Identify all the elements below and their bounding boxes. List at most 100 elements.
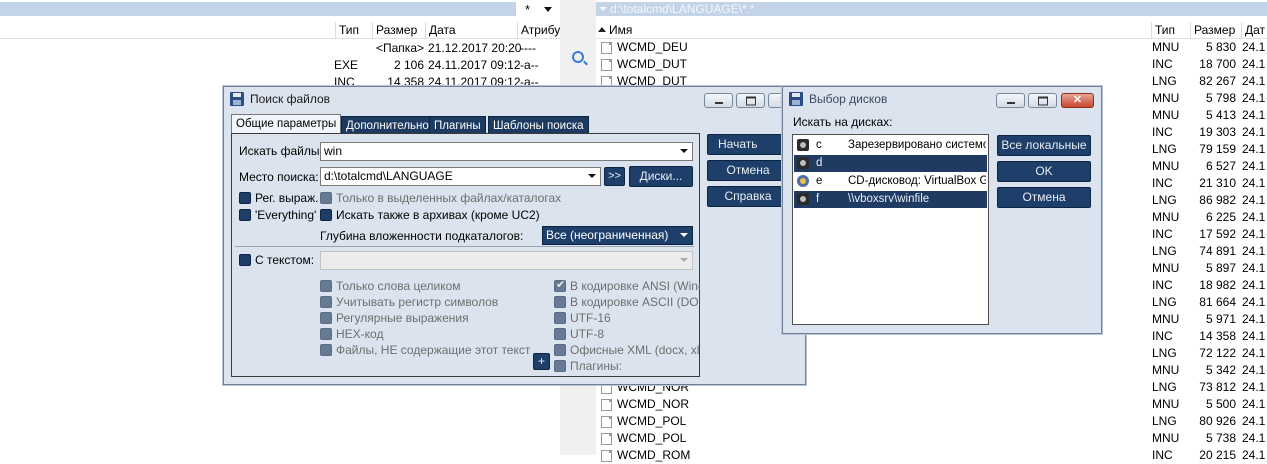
- minimize-button[interactable]: [996, 93, 1025, 108]
- maximize-button[interactable]: [736, 93, 765, 108]
- depth-select[interactable]: Все (неограниченная): [542, 226, 693, 245]
- file-date: 24.1: [1242, 261, 1266, 275]
- help-button[interactable]: Справка: [707, 186, 789, 207]
- tab-plugins[interactable]: Плагины: [429, 116, 486, 134]
- cancel-button[interactable]: Отмена: [707, 160, 789, 181]
- title-bar[interactable]: Поиск файлов ✕: [224, 87, 805, 111]
- minimize-button[interactable]: [704, 93, 733, 108]
- right-path: d:\totalcmd\LANGUAGE\*.*: [610, 2, 755, 16]
- search-for-combo[interactable]: win: [320, 142, 693, 161]
- right-path-bar[interactable]: d:\totalcmd\LANGUAGE\*.*: [596, 2, 1267, 16]
- col-date[interactable]: Дат: [1241, 22, 1265, 38]
- file-type: MNU: [1152, 108, 1180, 122]
- file-type: INC: [1152, 176, 1173, 190]
- file-name: WCMD_ROM: [617, 448, 691, 462]
- table-row[interactable]: WCMD_POL LNG 80 926 24.1: [596, 413, 1267, 430]
- table-row[interactable]: WCMD_POL MNU 5 738 24.1: [596, 430, 1267, 447]
- col-type[interactable]: Тип: [1151, 22, 1175, 38]
- regex-checkbox[interactable]: [239, 192, 251, 204]
- file-size: 21 310: [1199, 176, 1236, 190]
- file-type: LNG: [1152, 193, 1177, 207]
- drive-item[interactable]: c Зарезервировано системой: [794, 137, 987, 154]
- drive-dropdown-chevron-icon[interactable]: [544, 7, 552, 12]
- file-date: 24.1: [1242, 40, 1266, 54]
- left-path-bar[interactable]: [0, 2, 516, 16]
- tab-advanced[interactable]: Дополнительно: [341, 116, 434, 134]
- file-size: 5 413: [1205, 108, 1236, 122]
- tab-general[interactable]: Общие параметры: [231, 114, 342, 134]
- text-option-label: Только слова целиком: [336, 279, 461, 293]
- text-option-checkbox[interactable]: [320, 280, 332, 292]
- file-type: EXE: [334, 58, 359, 72]
- archives-checkbox[interactable]: [320, 209, 332, 221]
- file-type: MNU: [1152, 159, 1180, 173]
- with-text-label: С текстом:: [255, 253, 315, 267]
- search-for-value: win: [324, 144, 343, 158]
- file-size: 73 812: [1199, 380, 1236, 394]
- file-size: 19 303: [1199, 125, 1236, 139]
- table-row[interactable]: WCMD_DUT INC 18 700 24.1: [596, 56, 1267, 73]
- file-size: 14 358: [1199, 329, 1236, 343]
- encoding-option-checkbox[interactable]: [554, 296, 566, 308]
- text-option-checkbox[interactable]: [320, 328, 332, 340]
- table-row[interactable]: <Папка> 21.12.2017 20:20 ----: [0, 40, 560, 57]
- drive-item[interactable]: d: [794, 155, 987, 172]
- file-date: 24.1: [1242, 108, 1266, 122]
- search-in-combo[interactable]: d:\totalcmd\LANGUAGE: [320, 167, 601, 186]
- search-icon-handle: [583, 60, 588, 66]
- everything-checkbox[interactable]: [239, 209, 251, 221]
- file-type: MNU: [1152, 40, 1180, 54]
- table-row[interactable]: WCMD_NOR MNU 5 500 24.1: [596, 396, 1267, 413]
- regex-label: Рег. выраж.: [255, 191, 319, 205]
- tab-templates[interactable]: Шаблоны поиска: [488, 116, 589, 134]
- encoding-option-checkbox[interactable]: [554, 278, 566, 292]
- col-date[interactable]: Дата: [425, 22, 456, 38]
- search-in-value: d:\totalcmd\LANGUAGE: [324, 169, 453, 183]
- select-drives-dialog: Выбор дисков ✕ Искать на дисках: c Зарезе…: [782, 86, 1102, 334]
- table-row[interactable]: WCMD_DEU MNU 5 830 24.1: [596, 39, 1267, 56]
- encoding-option-checkbox[interactable]: [554, 360, 566, 372]
- table-row[interactable]: WCMD_ROM INC 20 215 24.1: [596, 447, 1267, 464]
- maximize-icon: [1037, 96, 1048, 105]
- title-bar[interactable]: Выбор дисков ✕: [783, 87, 1101, 111]
- file-size: 6 527: [1205, 159, 1236, 173]
- close-button[interactable]: ✕: [1061, 93, 1094, 108]
- encoding-option-checkbox[interactable]: [554, 328, 566, 340]
- cancel-button[interactable]: Отмена: [997, 187, 1091, 208]
- ok-button[interactable]: OK: [997, 161, 1091, 182]
- text-option-checkbox[interactable]: [320, 296, 332, 308]
- file-type: LNG: [1152, 74, 1177, 88]
- text-combo[interactable]: [320, 251, 693, 270]
- text-option-checkbox[interactable]: [320, 344, 332, 356]
- search-for-label: Искать файлы:: [239, 144, 323, 158]
- encoding-option-label: Плагины:: [570, 359, 622, 373]
- maximize-button[interactable]: [1028, 93, 1057, 108]
- col-size[interactable]: Размер: [1190, 22, 1235, 38]
- start-search-button[interactable]: Начать поиск: [707, 134, 789, 155]
- drives-button[interactable]: Диски...: [629, 166, 693, 187]
- search-in-label: Место поиска:: [239, 170, 319, 184]
- drive-item[interactable]: e CD-дисковод: VirtualBox Guest: [794, 173, 987, 190]
- drives-list[interactable]: c Зарезервировано системой d e CD-дисковод: …: [792, 134, 989, 325]
- file-size: 2 106: [393, 58, 424, 72]
- with-text-checkbox[interactable]: [239, 254, 251, 266]
- text-option-label: HEX-код: [336, 327, 384, 341]
- text-option-checkbox[interactable]: [320, 312, 332, 324]
- drive-item[interactable]: f \\vboxsrv\winfile: [794, 191, 987, 208]
- col-size[interactable]: Размер: [372, 22, 417, 38]
- only-selected-checkbox[interactable]: [320, 192, 332, 204]
- table-row[interactable]: EXE 2 106 24.11.2017 09:12 -a--: [0, 57, 560, 74]
- general-tab-page: Искать файлы: win Место поиска: d:\total…: [231, 133, 700, 377]
- file-date: 24.1: [1242, 363, 1266, 377]
- encoding-option-checkbox[interactable]: [554, 344, 566, 356]
- chevron-down-icon: [588, 174, 596, 178]
- col-type[interactable]: Тип: [335, 22, 359, 38]
- browse-arrows-button[interactable]: >>: [604, 167, 625, 186]
- encoding-option-checkbox[interactable]: [554, 312, 566, 324]
- col-name[interactable]: Имя: [606, 22, 632, 38]
- all-local-button[interactable]: Все локальные: [997, 135, 1091, 156]
- file-size: 5 798: [1205, 91, 1236, 105]
- archives-label: Искать также в архивах (кроме UC2): [336, 208, 540, 222]
- add-plugin-button[interactable]: +: [533, 353, 550, 370]
- col-attr[interactable]: Атрибу: [517, 22, 560, 38]
